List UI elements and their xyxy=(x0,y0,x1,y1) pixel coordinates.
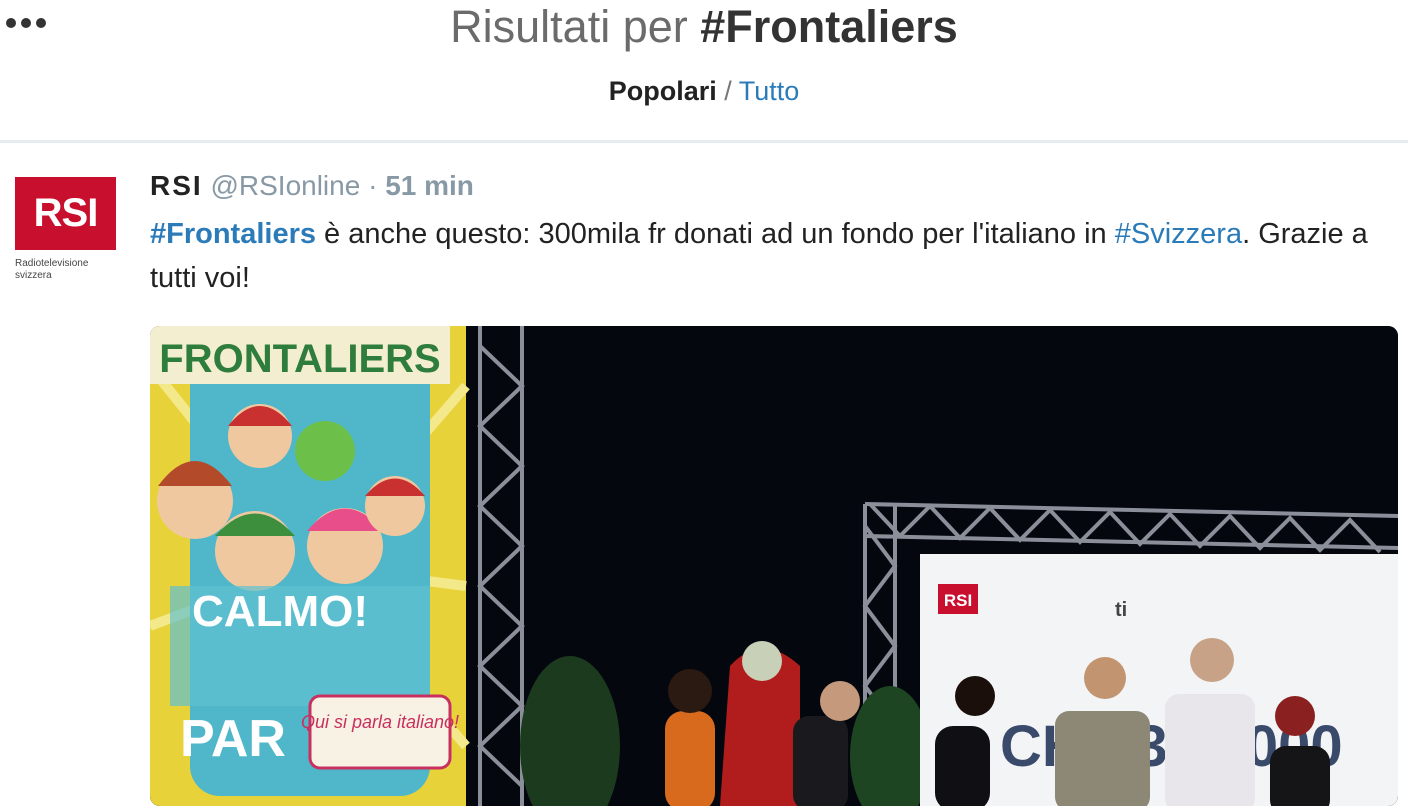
title-query: #Frontaliers xyxy=(700,1,958,52)
svg-text:PAR: PAR xyxy=(180,710,286,768)
tweet-text-part: è anche questo: 300mila fr donati ad un … xyxy=(316,218,1115,250)
rsi-logo: RSI xyxy=(15,177,116,250)
title-prefix: Risultati per xyxy=(450,1,701,52)
avatar[interactable]: RSI Radiotelevisione svizzera xyxy=(15,177,116,287)
meta-separator: · xyxy=(360,170,386,201)
tweet-timestamp[interactable]: 51 min xyxy=(385,170,474,201)
poster-banner: FRONTALIERS xyxy=(159,337,440,381)
author-handle[interactable]: @RSIonline xyxy=(210,170,360,201)
svg-text:CALMO!: CALMO! xyxy=(192,587,368,636)
page-title: Risultati per #Frontaliers xyxy=(0,0,1408,54)
svg-text:ti: ti xyxy=(1115,599,1127,621)
author-name[interactable]: RSI xyxy=(150,170,203,201)
poster-image: FRONTALIERS CALMO! PAR Qui si parla ital… xyxy=(150,326,470,806)
avatar-subtext: Radiotelevisione svizzera xyxy=(15,258,89,281)
tweet-photo[interactable]: FRONTALIERS CALMO! PAR Qui si parla ital… xyxy=(150,326,1398,806)
divider xyxy=(0,140,1408,143)
tab-popolari[interactable]: Popolari xyxy=(609,76,717,106)
results-tabs: Popolari / Tutto xyxy=(0,74,1408,108)
tab-tutto[interactable]: Tutto xyxy=(739,76,800,106)
hashtag-link[interactable]: #Svizzera xyxy=(1115,218,1242,250)
poster-bubble: Qui si parla italiano! xyxy=(301,712,459,732)
tweet-text: #Frontaliers è anche questo: 300mila fr … xyxy=(150,212,1380,300)
hashtag-link[interactable]: #Frontaliers xyxy=(150,218,316,250)
screen-logo: RSI xyxy=(944,591,972,610)
tweet-meta: RSI @RSIonline · 51 min xyxy=(150,167,474,205)
tab-separator: / xyxy=(716,76,739,106)
